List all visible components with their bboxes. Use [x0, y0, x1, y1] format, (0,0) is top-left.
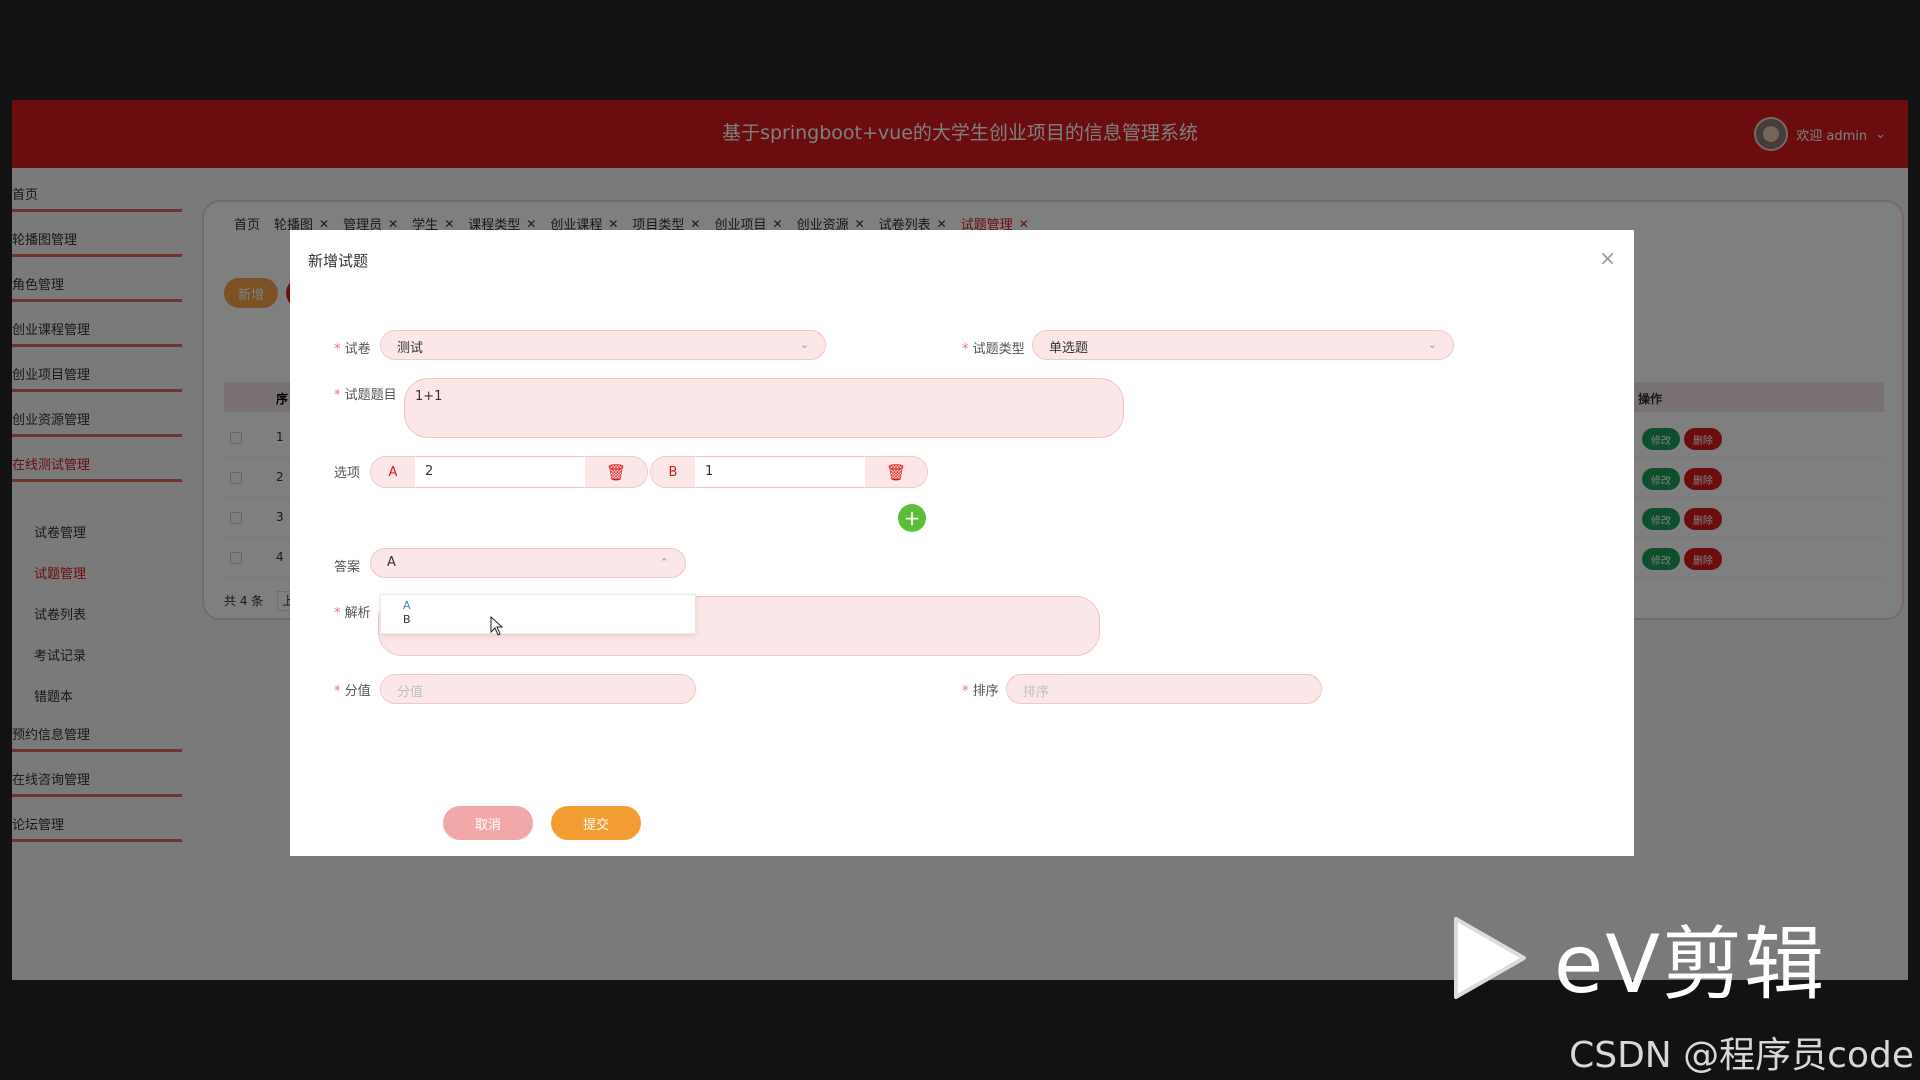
sort-placeholder: 排序 [1023, 685, 1050, 700]
sort-input[interactable]: 排序 [1006, 674, 1322, 704]
paper-select[interactable]: 测试 ⌄ [380, 330, 826, 360]
chevron-down-icon: ⌄ [799, 338, 809, 351]
question-type-value: 单选题 [1049, 341, 1089, 356]
play-icon [1454, 917, 1526, 999]
mouse-cursor-icon [490, 616, 504, 636]
option-letter: A [388, 464, 398, 480]
answer-value: A [387, 555, 396, 570]
add-question-dialog: 新增试题 × * 试卷 测试 ⌄ * 试题类型 单选题 ⌄ * 试题题目 1+1… [290, 230, 1634, 856]
dropdown-option-a[interactable]: A [403, 599, 411, 612]
option-input[interactable]: 2 [415, 457, 585, 487]
question-textarea[interactable]: 1+1 [404, 378, 1124, 438]
option-letter: B [668, 464, 678, 480]
watermark-text: eV剪辑 [1554, 918, 1826, 1011]
answer-label: 答案 [334, 560, 361, 575]
score-label: * 分值 [334, 684, 371, 699]
score-placeholder: 分值 [397, 685, 424, 700]
close-icon[interactable]: × [1599, 246, 1616, 270]
chevron-down-icon: ⌄ [1427, 338, 1437, 351]
csdn-credit: CSDN @程序员code [1569, 1035, 1914, 1076]
sort-label: * 排序 [962, 684, 999, 699]
chevron-up-icon: ⌃ [659, 556, 669, 569]
question-type-select[interactable]: 单选题 ⌄ [1032, 330, 1454, 360]
option-row-a: A 2 🗑 [370, 456, 648, 488]
add-option-button[interactable]: + [898, 504, 926, 532]
dialog-title: 新增试题 [308, 252, 369, 270]
answer-dropdown: A B [380, 594, 696, 634]
cancel-button[interactable]: 取消 [443, 806, 533, 840]
trash-icon[interactable]: 🗑 [865, 457, 927, 487]
analysis-label: * 解析 [334, 606, 371, 621]
paper-label: * 试卷 [334, 342, 371, 357]
option-input[interactable]: 1 [695, 457, 865, 487]
submit-button[interactable]: 提交 [551, 806, 641, 840]
option-row-b: B 1 🗑 [650, 456, 928, 488]
dropdown-option-b[interactable]: B [403, 613, 411, 626]
ev-watermark: eV剪辑 [1450, 900, 1826, 1016]
paper-select-value: 测试 [397, 341, 424, 356]
trash-icon[interactable]: 🗑 [585, 457, 647, 487]
question-label: * 试题题目 [334, 388, 397, 403]
options-label: 选项 [334, 466, 361, 481]
question-type-label: * 试题类型 [962, 342, 1025, 357]
answer-select[interactable]: A ⌃ [370, 548, 686, 578]
score-input[interactable]: 分值 [380, 674, 696, 704]
